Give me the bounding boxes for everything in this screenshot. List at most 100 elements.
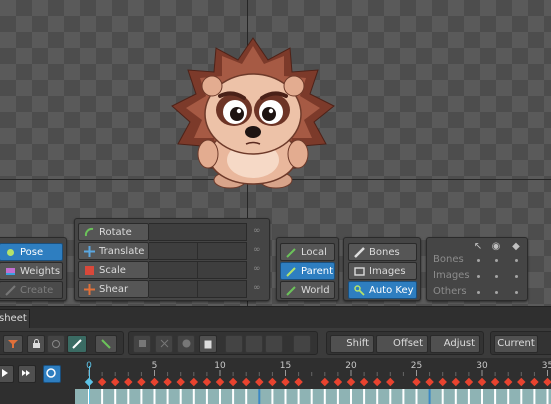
current-label: Current xyxy=(497,338,535,349)
key-diamond xyxy=(490,377,500,387)
viewport[interactable]: Pose Weights Create Rotate ∞ Translate ∞… xyxy=(0,0,551,306)
ease-button-2[interactable] xyxy=(245,335,263,353)
images-visible-toggle[interactable] xyxy=(495,275,498,278)
track-key-bar xyxy=(219,389,221,404)
bones-names-toggle[interactable] xyxy=(515,259,518,262)
shear-button[interactable]: Shear xyxy=(78,280,149,298)
create-button[interactable]: Create xyxy=(0,281,63,299)
track-key-bar xyxy=(415,389,418,404)
others-visible-toggle[interactable] xyxy=(495,291,498,294)
track-key-bar xyxy=(192,389,195,404)
cut-key-button[interactable] xyxy=(155,335,173,353)
key-diamond xyxy=(386,377,395,387)
ease-button-4[interactable] xyxy=(293,335,311,353)
ruler-label: 25 xyxy=(411,361,422,371)
clipboard-icon xyxy=(204,340,212,349)
pose-button[interactable]: Pose xyxy=(0,243,63,261)
copy-key-button[interactable] xyxy=(133,335,151,353)
scale-value-field[interactable] xyxy=(149,261,247,279)
images-names-toggle[interactable] xyxy=(515,275,518,278)
track-key-bar xyxy=(271,389,274,404)
weights-button[interactable]: Weights xyxy=(0,262,63,280)
images-button[interactable]: Images xyxy=(348,262,417,280)
track-key-bar xyxy=(389,389,392,404)
scale-link-icon[interactable]: ∞ xyxy=(253,264,267,276)
hedgehog-character[interactable] xyxy=(168,34,338,194)
loop-playback-button[interactable] xyxy=(43,365,61,383)
scale-button[interactable]: Scale xyxy=(78,261,149,279)
current-frame-indicator[interactable] xyxy=(89,366,90,404)
ease-button-3[interactable] xyxy=(265,335,283,353)
local-axis-icon xyxy=(286,248,296,258)
ruler-label: 15 xyxy=(280,361,291,371)
ruler-label: 5 xyxy=(152,361,158,371)
track-key-bar xyxy=(376,389,379,404)
visibility-row-bones: Bones xyxy=(433,254,464,265)
images-select-toggle[interactable] xyxy=(477,275,480,278)
others-names-toggle[interactable] xyxy=(515,291,518,294)
key-diamond xyxy=(464,377,474,387)
shift-button[interactable]: Shift xyxy=(330,335,374,353)
skip-end-button[interactable] xyxy=(18,365,36,383)
tab-dopesheet[interactable]: sheet xyxy=(0,309,30,329)
key-diamond xyxy=(425,377,434,387)
timeline[interactable]: 05101520253035 xyxy=(0,358,551,404)
key-diamond xyxy=(320,377,330,387)
scale-label: Scale xyxy=(99,265,126,276)
track-key-bar xyxy=(297,389,300,404)
rotate-link-icon[interactable]: ∞ xyxy=(253,226,267,238)
track-key-bar xyxy=(546,389,549,404)
key-diamond xyxy=(543,377,551,387)
key-diamond xyxy=(438,377,447,387)
shear-link-icon[interactable]: ∞ xyxy=(253,283,267,295)
loop-button[interactable] xyxy=(47,335,65,353)
key-diamond xyxy=(530,377,539,387)
bone-filter-icon xyxy=(101,339,111,349)
translate-button[interactable]: Translate xyxy=(78,242,149,260)
key-icon xyxy=(354,285,365,296)
parent-button[interactable]: Parent xyxy=(280,262,335,280)
play-button[interactable] xyxy=(0,365,14,383)
bones-visible-toggle[interactable] xyxy=(495,259,498,262)
paste-key-button[interactable] xyxy=(199,335,217,353)
current-button[interactable]: Current xyxy=(494,335,538,353)
bone-filter-button[interactable] xyxy=(95,335,117,353)
lock-button[interactable] xyxy=(27,335,45,353)
adjust-button[interactable]: Adjust xyxy=(430,335,480,353)
visibility-panel: ↖ ◉ ◆ Bones Images Others xyxy=(426,237,528,301)
axes-panel: Local Parent World xyxy=(276,237,339,301)
shear-value-field[interactable] xyxy=(149,280,247,298)
adjust-label: Adjust xyxy=(443,338,475,349)
lock-icon xyxy=(32,339,40,348)
adjust-group: Shift Offset Adjust xyxy=(326,331,484,355)
rotate-button[interactable]: Rotate xyxy=(78,223,149,241)
create-label: Create xyxy=(20,285,54,296)
others-select-toggle[interactable] xyxy=(477,291,480,294)
track-key-bar xyxy=(284,389,287,404)
bones-select-toggle[interactable] xyxy=(477,259,480,262)
track-key-bar xyxy=(323,389,326,404)
offset-button[interactable]: Offset xyxy=(376,335,428,353)
delete-key-button[interactable] xyxy=(177,335,195,353)
selection-panel: Bones Images Auto Key xyxy=(343,237,421,301)
key-diamond xyxy=(281,377,290,387)
dopesheet-tab-strip: sheet xyxy=(0,306,551,329)
ruler-label: 35 xyxy=(542,361,551,371)
auto-key-button[interactable]: Auto Key xyxy=(348,281,417,299)
dopesheet-track xyxy=(75,389,551,404)
world-button[interactable]: World xyxy=(280,281,335,299)
key-diamond xyxy=(176,377,185,387)
key-filter-button[interactable] xyxy=(67,335,87,353)
translate-link-icon[interactable]: ∞ xyxy=(253,245,267,257)
local-button[interactable]: Local xyxy=(280,243,335,261)
key-diamond xyxy=(163,377,172,387)
rotate-value-field[interactable] xyxy=(149,223,247,241)
ease-button-1[interactable] xyxy=(225,335,243,353)
key-diamond xyxy=(333,377,343,387)
filter-button[interactable] xyxy=(3,335,23,353)
track-key-bar xyxy=(428,389,431,404)
track-key-bar xyxy=(441,389,444,404)
bones-button[interactable]: Bones xyxy=(348,243,417,261)
translate-value-field[interactable] xyxy=(149,242,247,260)
track-key-bar xyxy=(258,389,261,404)
